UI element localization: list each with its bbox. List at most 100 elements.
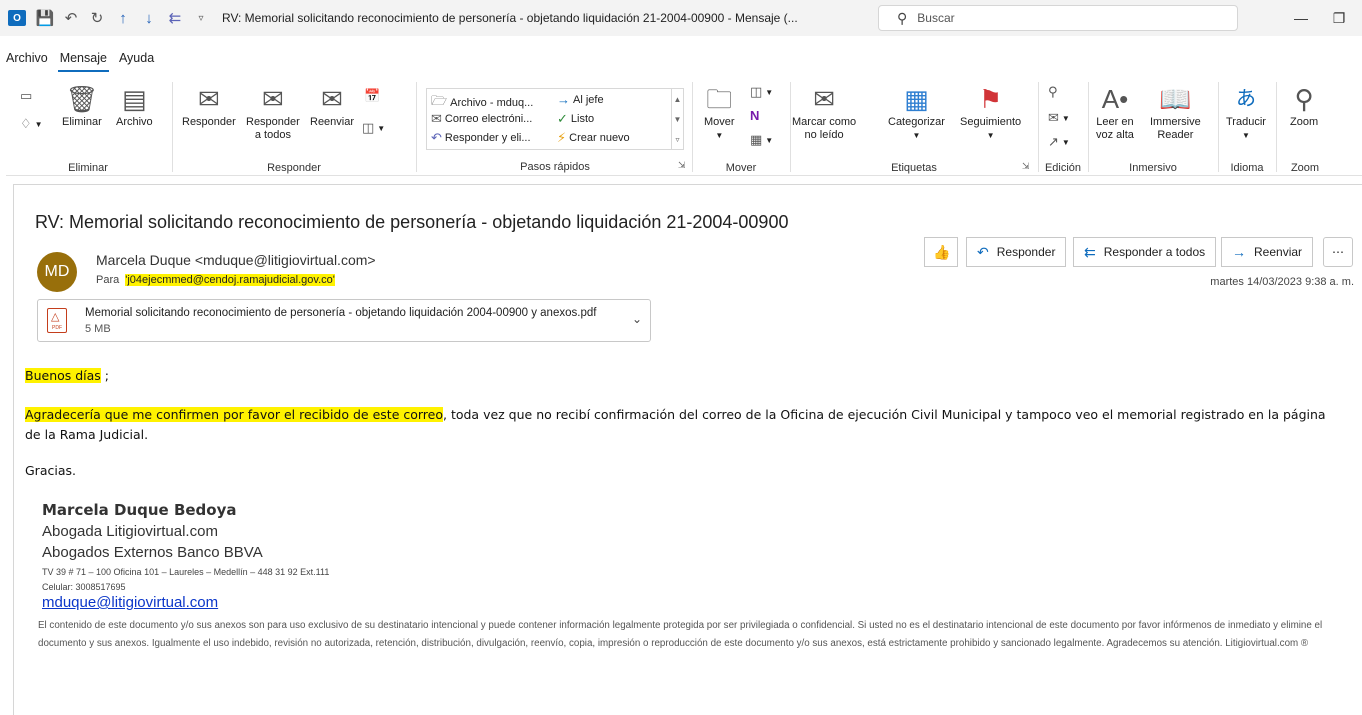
attachment-card[interactable]: △ PDF Memorial solicitando reconocimient… bbox=[37, 299, 651, 342]
group-inmersivo: A• Leer en voz alta 📖 Immersive Reader I… bbox=[1090, 76, 1216, 176]
pdf-file-icon: △ PDF bbox=[47, 308, 67, 333]
unread-icon: ✉ bbox=[813, 84, 835, 114]
reply-delete-icon: ↶ bbox=[431, 130, 442, 145]
etiquetas-dialog-launcher-icon[interactable]: ⇲ bbox=[1022, 161, 1030, 172]
chevron-down-icon[interactable]: ⌄ bbox=[632, 312, 642, 326]
recipient-line: Para 'j04ejecmmed@cendoj.ramajudicial.gov… bbox=[96, 274, 335, 286]
cleanup-button[interactable]: ♢ ▼ bbox=[20, 116, 43, 132]
pasos-dialog-launcher-icon[interactable]: ⇲ bbox=[678, 160, 686, 171]
recipient-address[interactable]: 'j04ejecmmed@cendoj.ramajudicial.gov.co' bbox=[125, 274, 335, 286]
group-zoom: ⚲ Zoom Zoom bbox=[1278, 76, 1332, 176]
signature-email-link[interactable]: mduque@litigiovirtual.com bbox=[42, 594, 218, 611]
leer-label-2: voz alta bbox=[1096, 129, 1134, 141]
sender-name[interactable]: Marcela Duque <mduque@litigiovirtual.com… bbox=[96, 252, 376, 268]
signature-company: Abogados Externos Banco BBVA bbox=[42, 544, 263, 561]
message-subject: RV: Memorial solicitando reconocimiento … bbox=[35, 212, 789, 232]
quick-step-label: Crear nuevo bbox=[569, 132, 630, 144]
search-box[interactable]: ⚲ Buscar bbox=[878, 5, 1238, 31]
thumbs-up-icon: 👍 bbox=[933, 243, 951, 260]
ignore-button[interactable]: ▭ bbox=[20, 88, 32, 104]
expand-gallery-icon[interactable]: ▿ bbox=[675, 135, 679, 144]
find-button[interactable]: ⚲ bbox=[1048, 84, 1058, 100]
reply-button[interactable]: ↶ Responder bbox=[966, 237, 1067, 267]
cleanup-icon: ♢ bbox=[20, 116, 32, 131]
quick-step-al-jefe[interactable]: → Al jefe bbox=[557, 92, 604, 107]
read-aloud-icon: A• bbox=[1101, 84, 1129, 114]
mover-button[interactable]: 🗀 Mover ▼ bbox=[704, 82, 735, 142]
move-icon: 🗀 bbox=[706, 84, 733, 114]
checkmark-icon: ✓ bbox=[557, 111, 568, 126]
rules-button[interactable]: ◫ ▼ bbox=[750, 84, 773, 100]
undo-icon[interactable]: ↶ bbox=[58, 0, 84, 36]
responder-button[interactable]: ✉ Responder bbox=[182, 82, 236, 129]
more-reply-button[interactable]: ◫ ▼ bbox=[362, 120, 385, 136]
immersive-label-1: Immersive bbox=[1150, 116, 1201, 128]
immersive-label-2: Reader bbox=[1157, 129, 1194, 141]
responder-todos-button[interactable]: ✉ Responder a todos bbox=[246, 82, 300, 142]
related-button[interactable]: ✉ ▼ bbox=[1048, 110, 1070, 126]
find-icon: ⚲ bbox=[1048, 84, 1058, 99]
responder-label: Responder bbox=[182, 116, 236, 128]
reply-label: Responder bbox=[996, 245, 1056, 259]
quick-step-label: Archivo - mduq... bbox=[450, 97, 534, 109]
meeting-reply-button[interactable]: 📅 bbox=[364, 88, 380, 104]
signature-phone: Celular: 3008517695 bbox=[42, 582, 126, 592]
reenviar-button[interactable]: ✉ Reenviar bbox=[310, 82, 354, 129]
tab-ayuda[interactable]: Ayuda bbox=[113, 48, 160, 70]
marcar-no-leido-button[interactable]: ✉ Marcar como no leído bbox=[792, 82, 856, 142]
more-actions-button[interactable]: ⋯ bbox=[1323, 237, 1353, 267]
archivo-button[interactable]: ▤ Archivo bbox=[116, 82, 153, 129]
restore-button[interactable]: ❐ bbox=[1316, 0, 1362, 36]
previous-item-icon[interactable]: ↑ bbox=[110, 0, 136, 36]
zoom-button[interactable]: ⚲ Zoom bbox=[1290, 82, 1318, 129]
tab-archivo[interactable]: Archivo bbox=[0, 48, 54, 70]
archivo-label: Archivo bbox=[116, 116, 153, 128]
flag-icon: ⚑ bbox=[978, 84, 1003, 114]
ribbon-divider bbox=[416, 82, 417, 172]
avatar[interactable]: MD bbox=[37, 252, 77, 292]
quick-steps-gallery: 🗁 Archivo - mduq... → Al jefe ✉ Correo elec… bbox=[426, 88, 684, 150]
mover-label: Mover bbox=[704, 116, 735, 128]
trash-icon: 🗑 bbox=[65, 84, 99, 114]
search-icon: ⚲ bbox=[897, 9, 908, 26]
related-icon: ✉ bbox=[1048, 110, 1059, 125]
quick-step-responder-eliminar[interactable]: ↶ Responder y eli... bbox=[431, 130, 531, 146]
forward-button[interactable]: → Reenviar bbox=[1221, 237, 1314, 267]
scroll-up-icon[interactable]: ▲ bbox=[674, 95, 682, 104]
next-item-icon[interactable]: ↓ bbox=[136, 0, 162, 36]
scroll-down-icon[interactable]: ▼ bbox=[674, 115, 682, 124]
like-button[interactable]: 👍 bbox=[924, 237, 958, 267]
group-eliminar: ▭ ♢ ▼ 🗑 Eliminar ▤ Archivo Eliminar bbox=[6, 76, 170, 176]
cursor-icon: ↗ bbox=[1048, 134, 1059, 149]
group-label-inmersivo: Inmersivo bbox=[1129, 162, 1177, 174]
quick-step-crear-nuevo[interactable]: ⚡ Crear nuevo bbox=[557, 130, 630, 146]
seguimiento-button[interactable]: ⚑ Seguimiento ▼ bbox=[960, 82, 1021, 142]
categorizar-button[interactable]: ▦ Categorizar ▼ bbox=[888, 82, 945, 142]
reply-all-quick-icon[interactable]: ⇇ bbox=[162, 0, 188, 36]
menu-bar: Archivo Mensaje Ayuda bbox=[0, 48, 160, 72]
reply-all-button[interactable]: ⇇ Responder a todos bbox=[1073, 237, 1217, 267]
actions-button[interactable]: ▦ ▼ bbox=[750, 132, 773, 148]
archive-icon: ▤ bbox=[122, 84, 147, 114]
body-paragraph: Agradecería que me confirmen por favor e… bbox=[25, 407, 1326, 442]
save-icon[interactable]: 💾 bbox=[32, 0, 58, 36]
immersive-reader-button[interactable]: 📖 Immersive Reader bbox=[1150, 82, 1201, 142]
quick-step-listo[interactable]: ✓ Listo bbox=[557, 111, 594, 127]
quick-steps-scrollbar[interactable]: ▲ ▼ ▿ bbox=[671, 89, 683, 149]
onenote-button[interactable]: N bbox=[750, 108, 759, 123]
select-button[interactable]: ↗ ▼ bbox=[1048, 134, 1070, 150]
group-label-responder: Responder bbox=[267, 162, 321, 174]
translate-icon: あ bbox=[1235, 88, 1256, 110]
traducir-button[interactable]: あ Traducir ▼ bbox=[1226, 82, 1266, 142]
quick-step-correo[interactable]: ✉ Correo electróni... bbox=[431, 111, 532, 127]
eliminar-button[interactable]: 🗑 Eliminar bbox=[62, 82, 102, 129]
leer-voz-alta-button[interactable]: A• Leer en voz alta bbox=[1096, 82, 1134, 142]
customize-toolbar-icon[interactable]: ▿ bbox=[188, 0, 214, 36]
redo-icon[interactable]: ↻ bbox=[84, 0, 110, 36]
ribbon-divider bbox=[1038, 82, 1039, 172]
tab-mensaje[interactable]: Mensaje bbox=[54, 48, 113, 72]
ribbon: ▭ ♢ ▼ 🗑 Eliminar ▤ Archivo Eliminar ✉ Res… bbox=[6, 76, 1362, 176]
rules-icon: ◫ bbox=[750, 84, 763, 99]
quick-step-label: Responder y eli... bbox=[444, 132, 531, 144]
traducir-label: Traducir bbox=[1226, 116, 1266, 128]
